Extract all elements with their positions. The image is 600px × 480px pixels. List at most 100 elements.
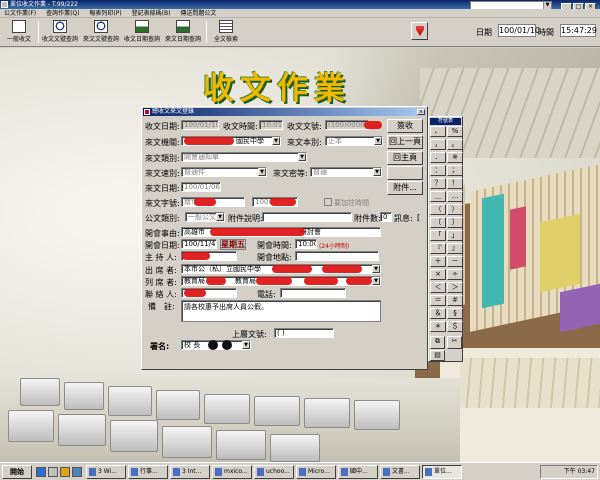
receive-time-label: 收文時間: <box>223 122 258 131</box>
keypad-key[interactable]: … <box>447 191 463 202</box>
keypad-key[interactable]: × <box>430 269 446 280</box>
task-1[interactable]: 3 Wi... <box>86 465 126 479</box>
keypad-key[interactable]: ＊ <box>430 321 446 332</box>
task-7[interactable]: 國中... <box>338 465 378 479</box>
keypad-key[interactable]: ． <box>430 152 446 163</box>
outlook-icon[interactable] <box>60 467 70 477</box>
keypad-key[interactable]: % <box>447 126 463 137</box>
media-icon[interactable] <box>72 467 82 477</box>
keypad-key[interactable]: ＋ <box>430 256 446 267</box>
menu-item-transfer[interactable]: 傳送問題公文 <box>180 10 216 17</box>
clock: 下午 03:47 <box>563 468 595 475</box>
doc-date-query-button[interactable]: 來文日期查詢 <box>163 19 203 45</box>
paste-icon[interactable]: ▤ <box>430 350 445 361</box>
chevron-down-icon[interactable]: ▼ <box>216 213 224 221</box>
desktop-icon[interactable] <box>48 467 58 477</box>
keypad-key[interactable]: ＃ <box>447 295 463 306</box>
secrecy-select[interactable]: 普通 ▼ <box>310 167 382 177</box>
place-field[interactable] <box>295 251 379 261</box>
task-4[interactable]: mxico... <box>212 465 252 479</box>
keypad-key[interactable]: － <box>447 256 463 267</box>
doc-class-select[interactable]: 開會通知單 ▼ <box>181 152 307 162</box>
attachment-button[interactable]: 附件... <box>387 181 423 195</box>
memo-textarea[interactable]: 請各校惠予出席人員公假。 <box>181 300 381 322</box>
doc-type-select[interactable]: 一般公文 ▼ <box>185 212 225 222</box>
chevron-down-icon[interactable]: ▼ <box>372 277 380 285</box>
receive-date-query-button[interactable]: 收文日期查詢 <box>122 19 162 45</box>
keypad-key[interactable]: 『 <box>430 243 446 254</box>
speed-select[interactable]: 普通件 ▼ <box>181 167 267 177</box>
disabled-action-button[interactable] <box>387 166 423 180</box>
meeting-date-field[interactable]: 100/11/4 <box>181 239 217 249</box>
keypad-key[interactable]: ＝ <box>430 295 446 306</box>
add-time-checkbox[interactable] <box>324 198 332 206</box>
upper-no-label: 上層文號: <box>232 330 267 339</box>
keypad-key[interactable]: ， <box>430 139 446 150</box>
copy-icon[interactable]: ⧉ <box>430 336 445 349</box>
keypad-key[interactable]: 「 <box>430 230 446 241</box>
keypad-key[interactable]: 、 <box>430 126 446 137</box>
menu-item-report[interactable]: 報表列印(P) <box>89 10 121 17</box>
receive-no-field[interactable]: (100)0000 <box>325 120 369 130</box>
chevron-down-icon[interactable]: ▼ <box>372 265 380 273</box>
receive-no-query-button[interactable]: 收文文號查詢 <box>40 19 80 45</box>
meeting-time-field[interactable]: 10:00 <box>295 239 317 249</box>
menu-item-query[interactable]: 查詢作業(Q) <box>46 10 79 17</box>
keypad-key[interactable]: ； <box>447 165 463 176</box>
start-button[interactable]: 開始 <box>2 465 32 479</box>
chevron-down-icon[interactable]: ▼ <box>242 341 250 349</box>
task-2[interactable]: 行事... <box>128 465 168 479</box>
keypad-key[interactable]: ÷ <box>447 269 463 280</box>
keypad-key[interactable]: ） <box>447 204 463 215</box>
keypad-key[interactable]: （ <box>430 204 446 215</box>
attach-desc-field[interactable] <box>262 212 352 222</box>
time-label: 時間 <box>538 28 554 37</box>
keypad-key[interactable]: § <box>447 308 463 319</box>
dialog-close-button[interactable]: × <box>417 109 425 115</box>
receive-date-field[interactable]: 100/01/10 <box>181 120 219 130</box>
cut-icon[interactable]: ✂ <box>447 336 462 349</box>
chevron-down-icon[interactable]: ▼ <box>258 168 266 176</box>
keypad-key[interactable]: ！ <box>447 178 463 189</box>
task-9[interactable]: 單位... <box>422 465 462 479</box>
next-step-button[interactable] <box>411 22 428 40</box>
keypad-key[interactable]: ＞ <box>447 282 463 293</box>
phone-field[interactable] <box>280 288 346 298</box>
arrow-down-icon <box>416 26 424 36</box>
doc-date-field[interactable]: 100/01/06 <box>181 182 221 192</box>
keypad-key[interactable]: 」 <box>447 230 463 241</box>
menu-item-barcode[interactable]: 登記表條碼(B) <box>132 10 171 17</box>
sign-receive-button[interactable]: 簽收 <box>387 119 423 133</box>
keypad-key[interactable]: 』 <box>447 243 463 254</box>
keypad-key[interactable]: ＆ <box>430 308 446 319</box>
receive-time-field[interactable]: 10:01 <box>259 120 283 130</box>
keypad-key[interactable]: 〔 <box>430 217 446 228</box>
prev-page-button[interactable]: 回上一頁 <box>387 135 423 149</box>
general-receive-button[interactable]: 一般收文 <box>2 19 36 45</box>
upper-no-field[interactable]: ( ) <box>274 328 334 338</box>
chevron-down-icon[interactable]: ▼ <box>543 2 551 9</box>
ie-icon[interactable] <box>36 467 46 477</box>
task-3[interactable]: 3 Int... <box>170 465 210 479</box>
chevron-down-icon[interactable]: ▼ <box>298 153 306 161</box>
doc-copy-select[interactable]: 正本 ▼ <box>325 136 383 146</box>
keypad-key[interactable]: ※ <box>447 152 463 163</box>
keypad-key[interactable]: ＜ <box>430 282 446 293</box>
keypad-key[interactable]: 。 <box>447 139 463 150</box>
chevron-down-icon[interactable]: ▼ <box>272 137 280 145</box>
fulltext-search-button[interactable]: 全文檢索 <box>209 19 243 45</box>
keypad-key[interactable]: ＄ <box>447 321 463 332</box>
chevron-down-icon[interactable]: ▼ <box>373 168 381 176</box>
task-5[interactable]: uchoo... <box>254 465 294 479</box>
keypad-key[interactable]: ？ <box>430 178 446 189</box>
keypad-key[interactable]: ＿ <box>430 191 446 202</box>
keypad-key[interactable]: 〕 <box>447 217 463 228</box>
doc-no-query-button[interactable]: 來文文號查詢 <box>81 19 121 45</box>
menu-item-file[interactable]: 公文作業(F) <box>4 10 36 17</box>
keypad-key[interactable]: ： <box>430 165 446 176</box>
attach-count-field[interactable]: 0 <box>380 212 392 222</box>
task-8[interactable]: 文書... <box>380 465 420 479</box>
chevron-down-icon[interactable]: ▼ <box>374 137 382 145</box>
task-6[interactable]: Micro... <box>296 465 336 479</box>
main-page-button[interactable]: 回主頁 <box>387 151 423 165</box>
